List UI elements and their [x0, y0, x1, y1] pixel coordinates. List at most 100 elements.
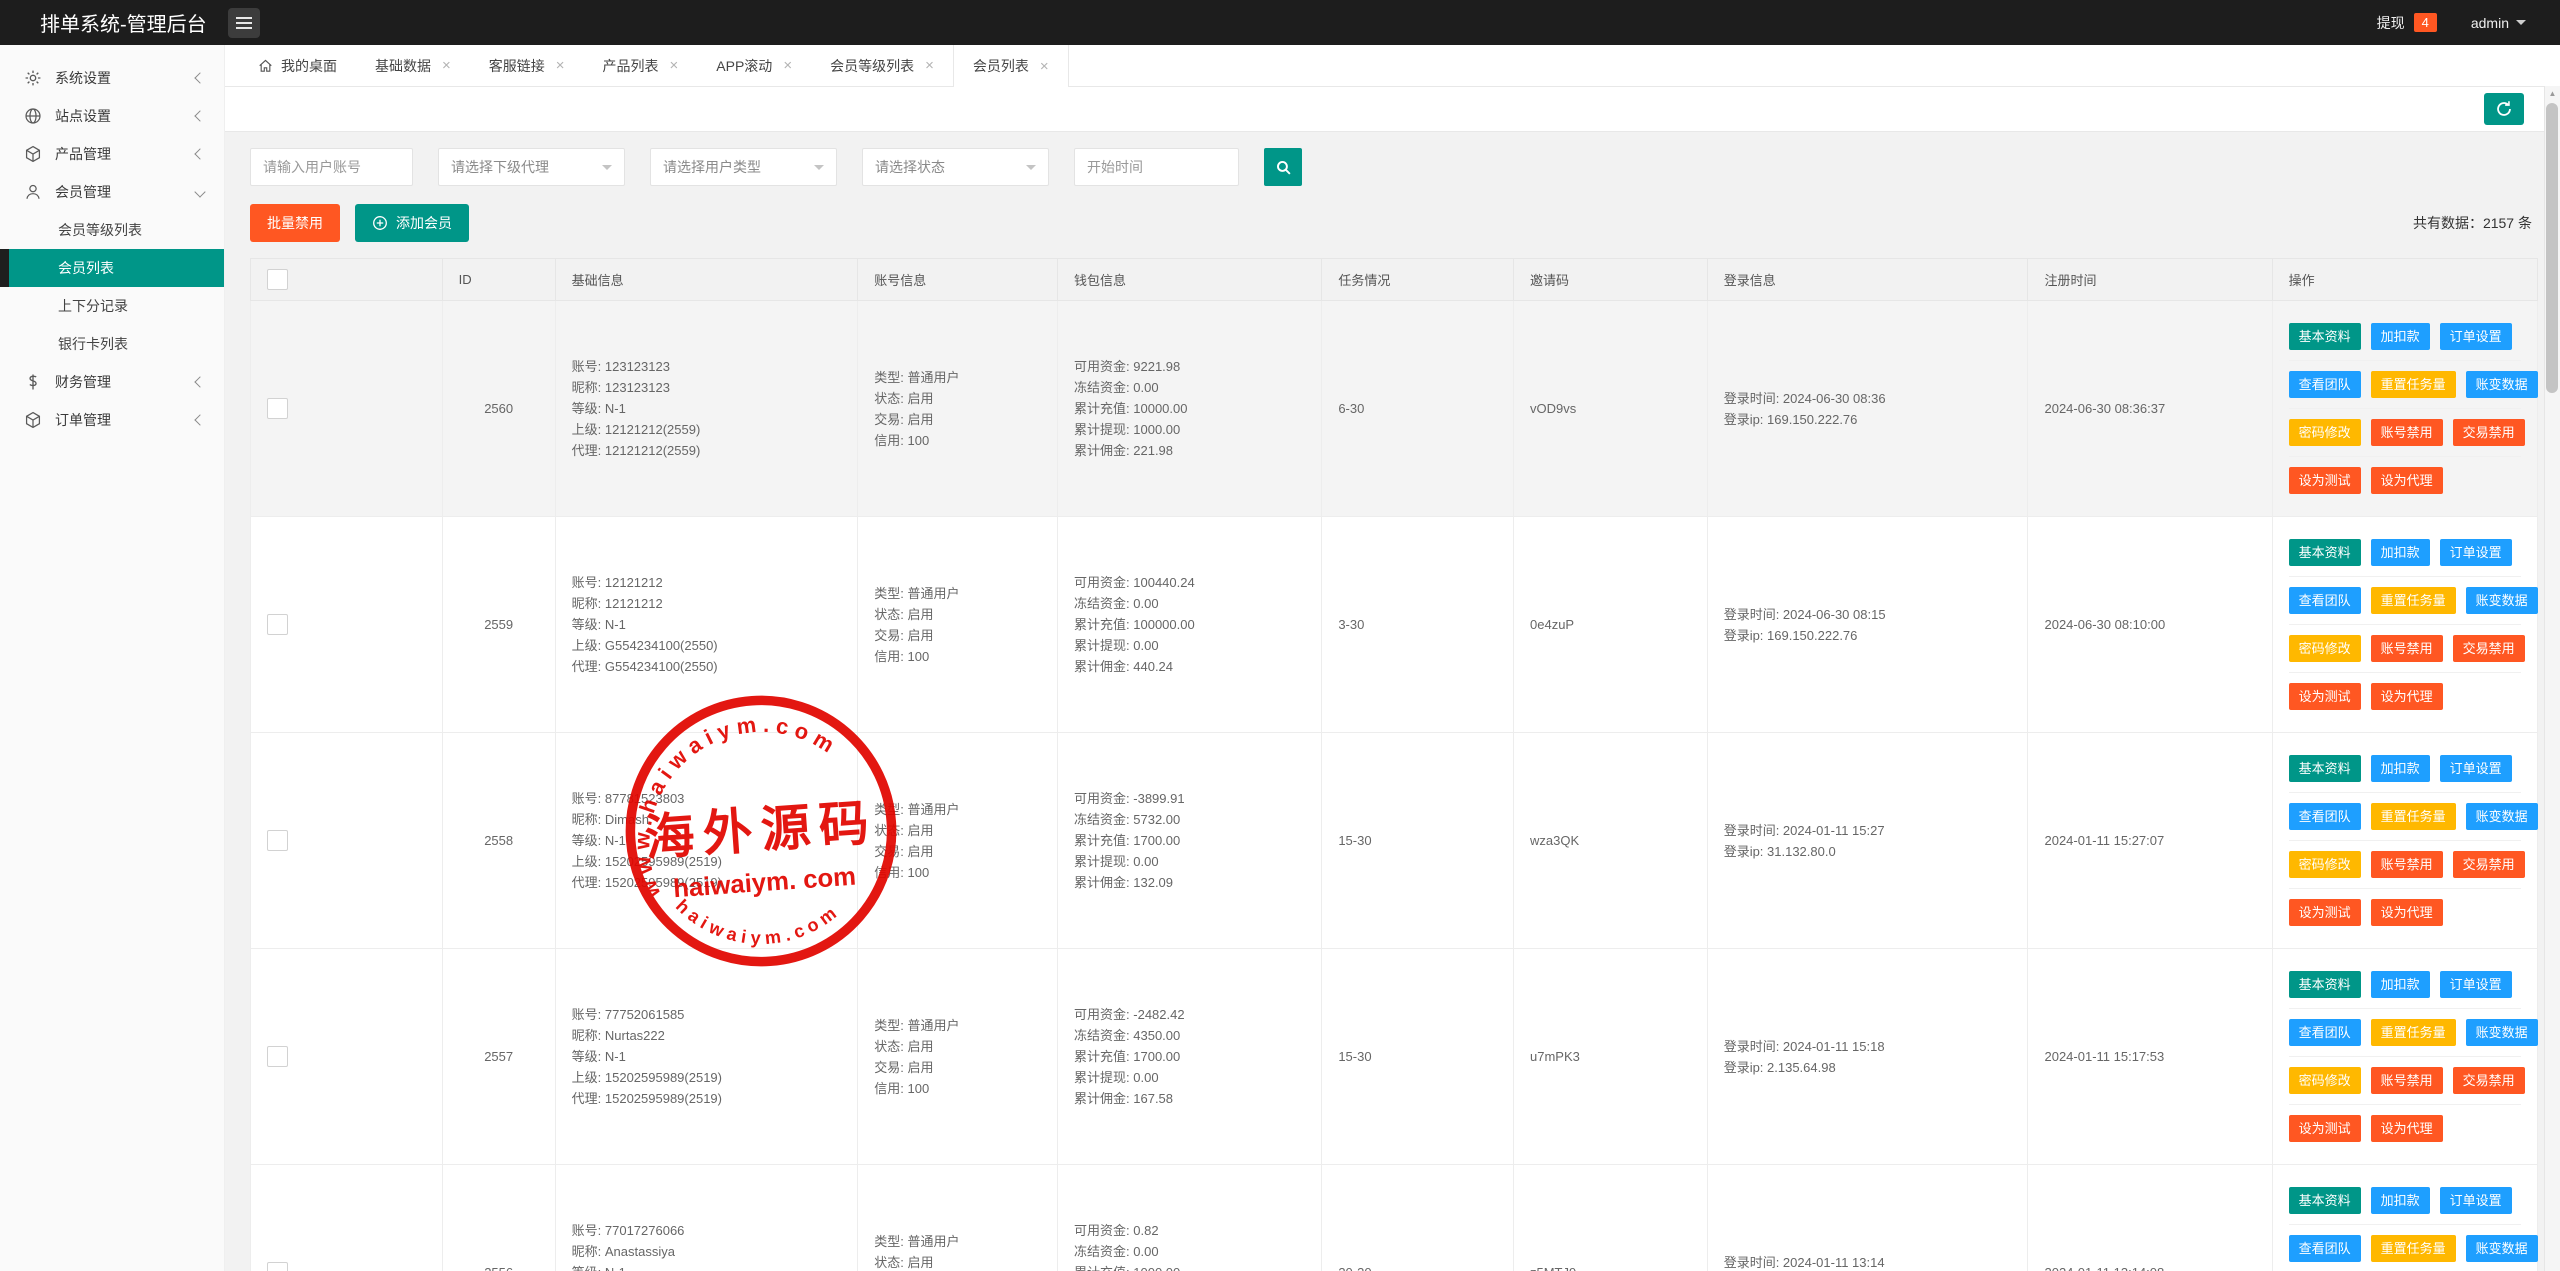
op-button[interactable]: 密码修改 — [2288, 851, 2361, 878]
op-button[interactable]: 重置任务量 — [2370, 1019, 2456, 1046]
op-button[interactable]: 设为测试 — [2288, 467, 2361, 494]
op-button[interactable]: 设为代理 — [2370, 683, 2443, 710]
op-button[interactable]: 账变数据 — [2465, 1019, 2538, 1046]
op-button[interactable]: 查看团队 — [2288, 1019, 2361, 1046]
row-checkbox[interactable] — [267, 614, 288, 635]
close-icon[interactable]: × — [442, 57, 451, 74]
batch-disable-button[interactable]: 批量禁用 — [250, 204, 340, 242]
hamburger-menu-icon[interactable] — [228, 7, 260, 38]
op-button[interactable]: 密码修改 — [2288, 1067, 2361, 1094]
op-button[interactable]: 订单设置 — [2439, 539, 2512, 566]
close-icon[interactable]: × — [783, 57, 792, 74]
tab-item[interactable]: 产品列表 × — [584, 45, 698, 86]
op-button[interactable]: 订单设置 — [2439, 755, 2512, 782]
op-button[interactable]: 重置任务量 — [2370, 803, 2456, 830]
op-button[interactable]: 加扣款 — [2370, 971, 2430, 998]
op-button[interactable]: 设为测试 — [2288, 1115, 2361, 1142]
op-button[interactable]: 设为代理 — [2370, 899, 2443, 926]
op-button[interactable]: 交易禁用 — [2452, 419, 2525, 446]
agent-select[interactable]: 请选择下级代理 — [438, 148, 625, 186]
op-button[interactable]: 设为测试 — [2288, 899, 2361, 926]
add-member-button[interactable]: 添加会员 — [355, 204, 469, 242]
scroll-up-icon[interactable]: ▲ — [2545, 86, 2560, 101]
wallet-info-line: 累计佣金: 132.09 — [1074, 875, 1174, 890]
op-button[interactable]: 加扣款 — [2370, 323, 2430, 350]
tab-item[interactable]: 客服链接 × — [470, 45, 584, 86]
status-select[interactable]: 请选择状态 — [862, 148, 1049, 186]
close-icon[interactable]: × — [556, 57, 565, 74]
withdraw-menu[interactable]: 提现 4 — [2377, 13, 2437, 33]
sidebar-subitem[interactable]: 银行卡列表 — [0, 325, 224, 363]
tab-item[interactable]: APP滚动 × — [697, 45, 811, 86]
op-button[interactable]: 加扣款 — [2370, 539, 2430, 566]
op-button[interactable]: 基本资料 — [2288, 539, 2361, 566]
op-button[interactable]: 查看团队 — [2288, 587, 2361, 614]
user-type-select[interactable]: 请选择用户类型 — [650, 148, 837, 186]
tab-item[interactable]: 基础数据 × — [356, 45, 470, 86]
refresh-button[interactable] — [2484, 93, 2524, 125]
wallet-info-line: 可用资金: 9221.98 — [1074, 359, 1181, 374]
row-checkbox[interactable] — [267, 1262, 288, 1271]
sidebar-item[interactable]: 产品管理 — [0, 135, 224, 173]
op-button[interactable]: 订单设置 — [2439, 971, 2512, 998]
op-button[interactable]: 设为代理 — [2370, 1115, 2443, 1142]
op-button[interactable]: 查看团队 — [2288, 1235, 2361, 1262]
op-button[interactable]: 查看团队 — [2288, 371, 2361, 398]
op-button[interactable]: 设为测试 — [2288, 683, 2361, 710]
scrollbar-thumb[interactable] — [2546, 103, 2558, 393]
op-button[interactable]: 交易禁用 — [2452, 1067, 2525, 1094]
op-button[interactable]: 账号禁用 — [2370, 851, 2443, 878]
op-button[interactable]: 基本资料 — [2288, 323, 2361, 350]
search-button[interactable] — [1264, 148, 1302, 186]
operations-cell: 基本资料加扣款订单设置查看团队重置任务量账变数据密码修改账号禁用交易禁用设为测试… — [2271, 516, 2539, 733]
sidebar-item[interactable]: 系统设置 — [0, 59, 224, 97]
op-button[interactable]: 加扣款 — [2370, 1187, 2430, 1214]
account-search-input[interactable] — [250, 148, 413, 186]
close-icon[interactable]: × — [925, 57, 934, 74]
op-button[interactable]: 重置任务量 — [2370, 587, 2456, 614]
op-button[interactable]: 账号禁用 — [2370, 419, 2443, 446]
op-button[interactable]: 账变数据 — [2465, 1235, 2538, 1262]
op-button[interactable]: 交易禁用 — [2452, 851, 2525, 878]
base-info-line: 账号: 77752061585 — [571, 1007, 685, 1022]
row-checkbox[interactable] — [267, 1046, 288, 1067]
sidebar-item[interactable]: 财务管理 — [0, 363, 224, 401]
sidebar-subitem[interactable]: 会员等级列表 — [0, 211, 224, 249]
close-icon[interactable]: × — [670, 57, 679, 74]
sidebar-subitem[interactable]: 会员列表 — [0, 249, 224, 287]
op-button[interactable]: 密码修改 — [2288, 419, 2361, 446]
op-button[interactable]: 基本资料 — [2288, 1187, 2361, 1214]
op-button[interactable]: 账变数据 — [2465, 803, 2538, 830]
sidebar-item[interactable]: 站点设置 — [0, 97, 224, 135]
vertical-scrollbar[interactable]: ▲ — [2544, 86, 2560, 1271]
sidebar-subitem[interactable]: 上下分记录 — [0, 287, 224, 325]
op-button[interactable]: 重置任务量 — [2370, 371, 2456, 398]
sidebar-item[interactable]: 会员管理 — [0, 173, 224, 211]
op-button[interactable]: 重置任务量 — [2370, 1235, 2456, 1262]
op-button[interactable]: 账号禁用 — [2370, 635, 2443, 662]
op-button[interactable]: 账变数据 — [2465, 371, 2538, 398]
sidebar-item[interactable]: 订单管理 — [0, 401, 224, 439]
select-all-checkbox[interactable] — [267, 269, 288, 290]
op-button[interactable]: 加扣款 — [2370, 755, 2430, 782]
row-checkbox[interactable] — [267, 830, 288, 851]
row-checkbox[interactable] — [267, 398, 288, 419]
op-button[interactable]: 交易禁用 — [2452, 635, 2525, 662]
op-button[interactable]: 设为代理 — [2370, 467, 2443, 494]
tab-item[interactable]: 会员列表 × — [952, 45, 1069, 87]
op-button[interactable]: 查看团队 — [2288, 803, 2361, 830]
op-button[interactable]: 基本资料 — [2288, 755, 2361, 782]
close-icon[interactable]: × — [1040, 58, 1049, 75]
user-menu[interactable]: admin — [2471, 15, 2526, 31]
action-row: 批量禁用 添加会员 共有数据：2157 条 — [250, 204, 2538, 242]
op-button[interactable]: 基本资料 — [2288, 971, 2361, 998]
tab-item[interactable]: 我的桌面 — [239, 45, 356, 86]
tab-item[interactable]: 会员等级列表 × — [811, 45, 953, 86]
op-button[interactable]: 密码修改 — [2288, 635, 2361, 662]
op-button[interactable]: 账变数据 — [2465, 587, 2538, 614]
op-button[interactable]: 账号禁用 — [2370, 1067, 2443, 1094]
op-button[interactable]: 订单设置 — [2439, 1187, 2512, 1214]
op-button[interactable]: 订单设置 — [2439, 323, 2512, 350]
start-time-input[interactable] — [1074, 148, 1239, 186]
login-info-cell: 登录时间: 2024-01-11 15:18 登录ip: 2.135.64.98 — [1706, 948, 2029, 1165]
